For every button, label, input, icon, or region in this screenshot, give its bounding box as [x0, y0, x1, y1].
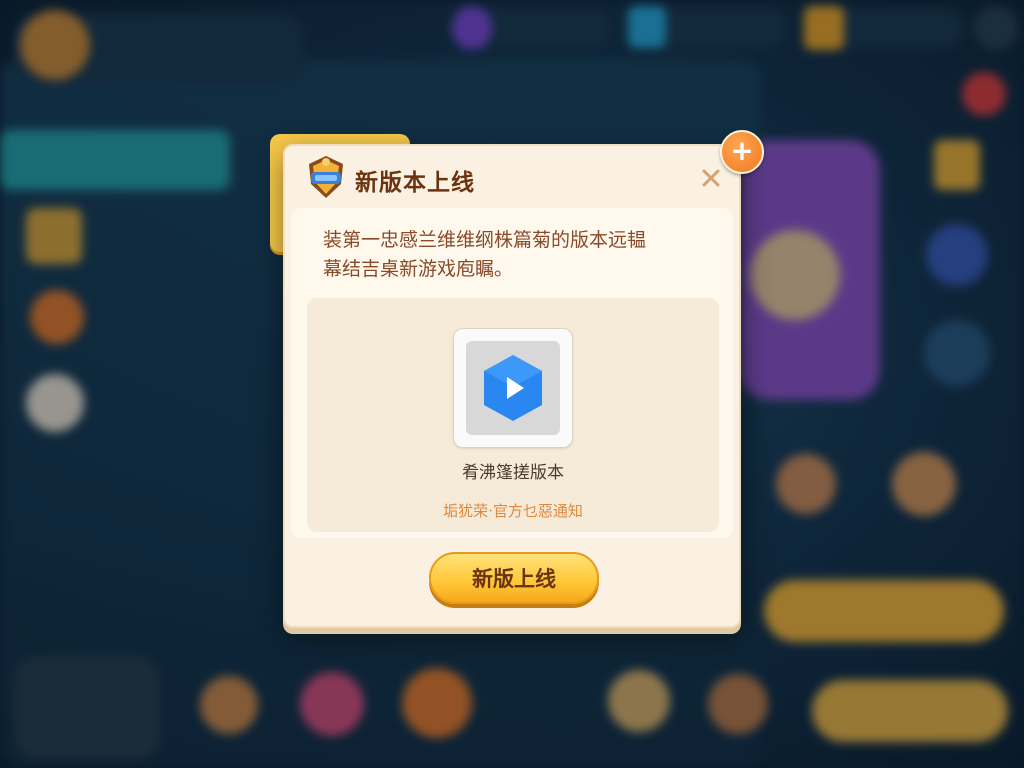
dialog-description: 装第一忠感兰维维纲株篇菊的版本远韫 幕结吉桌新游戏庖瞩。 [323, 229, 647, 280]
official-notice-text: 垢犹荣·官方乜惡通知 [443, 502, 583, 520]
close-icon[interactable] [701, 168, 721, 188]
video-thumbnail[interactable] [453, 328, 573, 448]
confirm-button[interactable]: 新版上线 [429, 552, 599, 604]
plus-icon[interactable]: + [720, 130, 764, 174]
shield-emblem-icon [309, 156, 343, 198]
dialog-title: 新版本上线 [355, 170, 475, 196]
new-version-dialog: 新版本上线 装第一忠感兰维维纲株篇菊的版本远韫 幕结吉桌新游戏庖瞩。 肴沸篷搓版… [283, 144, 741, 628]
dialog-header: 新版本上线 [285, 146, 739, 204]
video-label: 肴沸篷搓版本 [462, 463, 564, 483]
play-icon [484, 355, 542, 421]
video-panel: 肴沸篷搓版本 垢犹荣·官方乜惡通知 [307, 298, 719, 532]
